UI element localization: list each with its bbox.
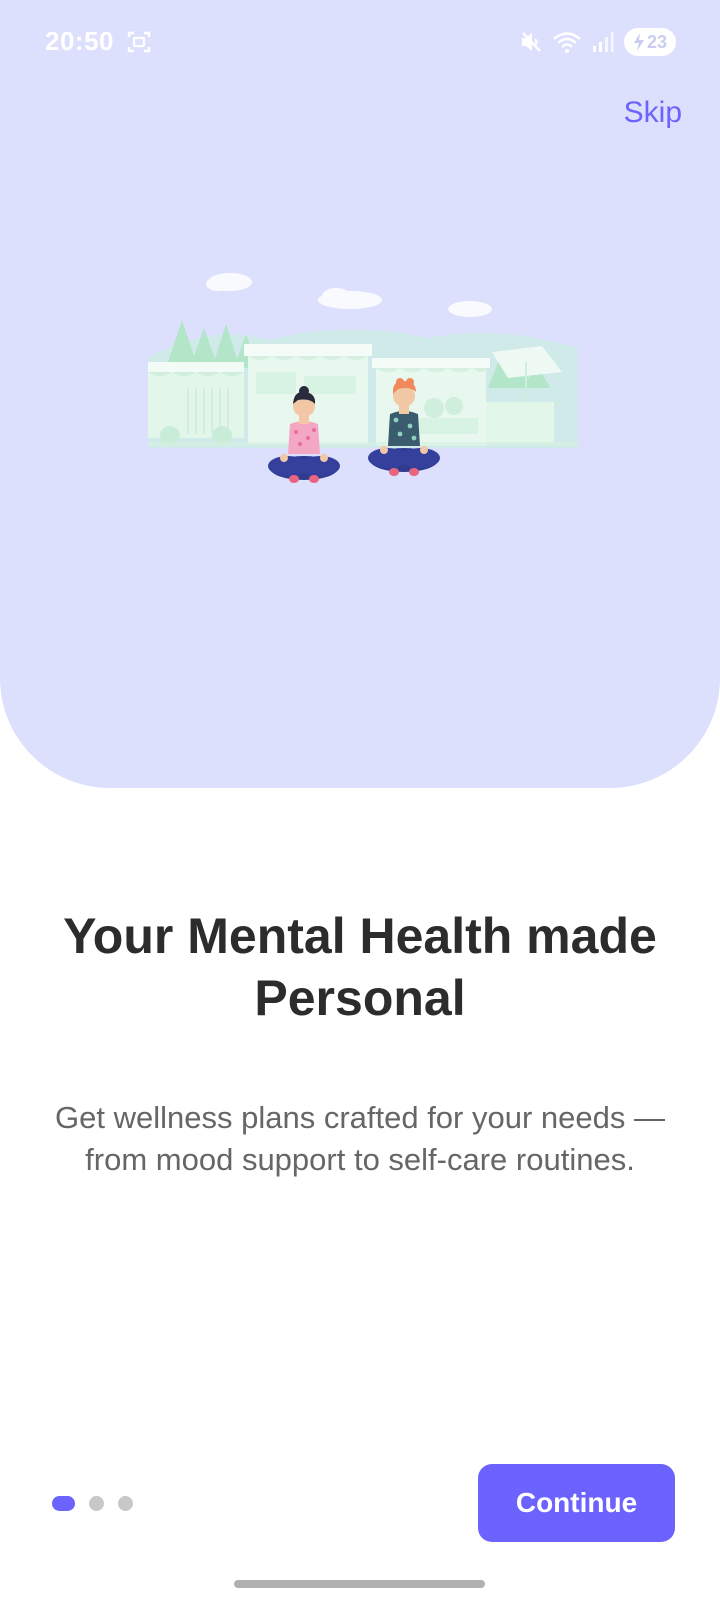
page-dot-1-active [52, 1496, 75, 1511]
onboarding-subtitle: Get wellness plans crafted for your need… [55, 1100, 665, 1177]
page-dot-2 [89, 1496, 104, 1511]
mute-icon [520, 30, 542, 54]
skip-button[interactable]: Skip [624, 96, 682, 130]
status-time: 20:50 [45, 26, 114, 56]
hero-panel: 20:50 23 Skip [0, 0, 720, 788]
onboarding-title: Your Mental Health made Personal [63, 908, 657, 1026]
screenshot-icon [127, 30, 151, 54]
page-dot-3 [118, 1496, 133, 1511]
wifi-icon [552, 30, 582, 54]
status-icons: 23 [520, 26, 676, 58]
status-bar: 20:50 23 [0, 0, 720, 84]
signal-icon [592, 31, 614, 53]
battery-icon: 23 [624, 28, 676, 56]
home-indicator[interactable] [234, 1580, 485, 1588]
continue-button[interactable]: Continue [478, 1464, 675, 1542]
battery-level: 23 [646, 31, 668, 52]
wellness-illustration [148, 273, 578, 483]
page-indicator [52, 1496, 133, 1511]
